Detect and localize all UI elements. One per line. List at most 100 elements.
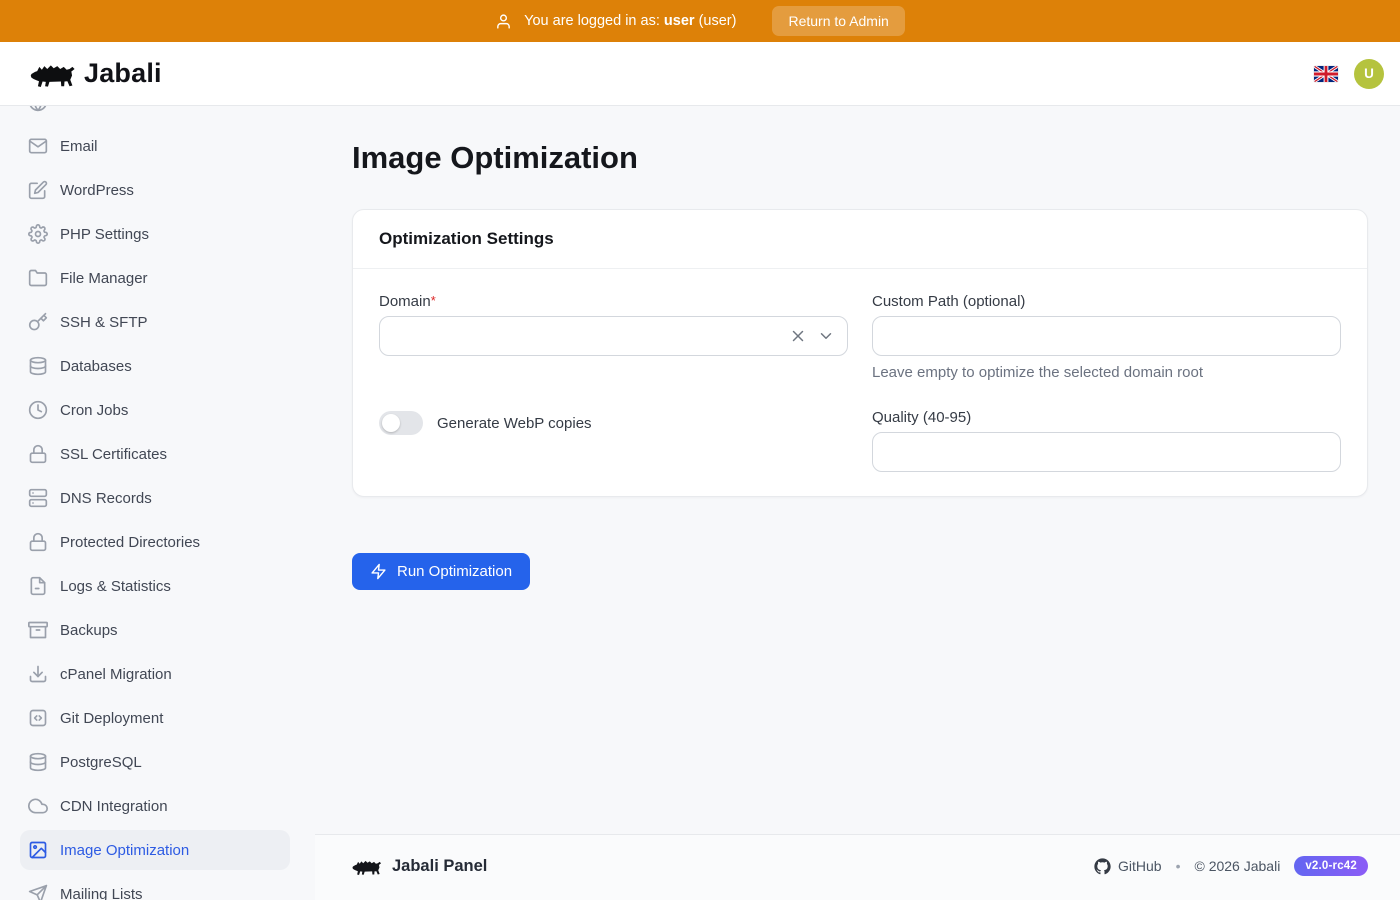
sidebar-item-cpanel-migration[interactable]: cPanel Migration [20,654,290,694]
logged-in-username: user [664,13,695,29]
card-header: Optimization Settings [353,210,1367,269]
custom-path-field-group: Custom Path (optional) Leave empty to op… [872,293,1341,381]
sidebar-item-label: Mailing Lists [60,886,143,900]
user-avatar[interactable]: U [1354,59,1384,89]
run-optimization-button[interactable]: Run Optimization [352,553,530,590]
return-to-admin-button[interactable]: Return to Admin [772,6,904,36]
folder-icon [28,268,48,288]
user-icon [495,13,512,30]
chevron-down-icon[interactable] [817,327,835,345]
brand-logo[interactable]: Jabali [30,58,162,89]
domain-select[interactable] [379,316,848,356]
quality-label: Quality (40-95) [872,409,1341,426]
sidebar-item-label: SSL Certificates [60,446,167,463]
file-icon [28,576,48,596]
custom-path-input[interactable] [872,316,1341,356]
sidebar-item-php-settings[interactable]: PHP Settings [20,214,290,254]
sidebar-item-label: Git Deployment [60,710,163,727]
sidebar-item-postgresql[interactable]: PostgreSQL [20,742,290,782]
webp-toggle-label: Generate WebP copies [437,415,592,432]
clear-icon[interactable] [789,327,807,345]
domain-label: Domain* [379,293,848,310]
sidebar-item-file-manager[interactable]: File Manager [20,258,290,298]
sidebar-item-label: SSH & SFTP [60,314,148,331]
card-title: Optimization Settings [379,229,554,248]
sidebar-item-dns-records[interactable]: DNS Records [20,478,290,518]
sidebar-nav: Email WordPress PHP Settings File Manager SS… [20,106,290,900]
optimization-settings-card: Optimization Settings Domain* [352,209,1368,497]
toggle-knob [382,414,400,432]
database-icon [28,356,48,376]
sidebar-item-email[interactable]: Email [20,126,290,166]
sidebar-item-databases[interactable]: Databases [20,346,290,386]
sidebar-item-cron-jobs[interactable]: Cron Jobs [20,390,290,430]
sidebar-item-label: Cron Jobs [60,402,128,419]
boar-logo-icon [30,59,76,89]
sidebar-item-git-deployment[interactable]: Git Deployment [20,698,290,738]
sidebar-item-label: Logs & Statistics [60,578,171,595]
footer-brand: Jabali Panel [352,857,487,876]
edit-icon [28,180,48,200]
sidebar-item-image-optimization[interactable]: Image Optimization [20,830,290,870]
sidebar-item-label: DNS Records [60,490,152,507]
language-flag-uk-icon[interactable] [1314,66,1338,82]
zap-icon [370,563,387,580]
github-link[interactable]: GitHub [1094,858,1162,875]
lock-icon [28,532,48,552]
database-icon [28,752,48,772]
sidebar-item-mailing-lists[interactable]: Mailing Lists [20,874,290,900]
sidebar-item-cdn-integration[interactable]: CDN Integration [20,786,290,826]
sidebar: Email WordPress PHP Settings File Manager SS… [0,106,315,900]
sidebar-item-ssh-sftp[interactable]: SSH & SFTP [20,302,290,342]
quality-input[interactable] [872,432,1341,472]
download-icon [28,664,48,684]
footer-brand-name: Jabali Panel [392,857,487,876]
sidebar-item-label: PHP Settings [60,226,149,243]
clock-icon [28,400,48,420]
version-badge: v2.0-rc42 [1294,856,1368,876]
footer-boar-logo-icon [352,857,382,876]
custom-path-label: Custom Path (optional) [872,293,1341,310]
sidebar-item-partial[interactable] [20,106,290,122]
footer: Jabali Panel GitHub • © 2026 Jabali v2.0… [315,834,1400,900]
sidebar-item-logs-statistics[interactable]: Logs & Statistics [20,566,290,606]
send-icon [28,884,48,900]
sidebar-item-ssl-certificates[interactable]: SSL Certificates [20,434,290,474]
logged-in-role: (user) [699,13,737,29]
domain-field-group: Domain* [379,293,848,356]
sidebar-item-label: Image Optimization [60,842,189,859]
sidebar-item-label: Email [60,138,98,155]
app-header: Jabali U [0,42,1400,106]
impersonation-banner: You are logged in as: user (user) Return… [0,0,1400,42]
sidebar-item-wordpress[interactable]: WordPress [20,170,290,210]
copyright-text: © 2026 Jabali [1194,858,1280,874]
sidebar-item-label: Backups [60,622,118,639]
lock-icon [28,444,48,464]
globe-icon [28,106,48,112]
logged-in-text: You are logged in as: user (user) [524,13,736,29]
settings-icon [28,224,48,244]
sidebar-item-label: File Manager [60,270,148,287]
required-asterisk: * [431,293,436,308]
webp-toggle-group: Generate WebP copies [379,411,848,435]
sidebar-item-backups[interactable]: Backups [20,610,290,650]
quality-field-group: Quality (40-95) [872,409,1341,472]
sidebar-item-label: Databases [60,358,132,375]
sidebar-item-label: Protected Directories [60,534,200,551]
brand-name: Jabali [84,58,162,89]
webp-toggle[interactable] [379,411,423,435]
image-icon [28,840,48,860]
code-icon [28,708,48,728]
sidebar-item-protected-directories[interactable]: Protected Directories [20,522,290,562]
footer-separator: • [1176,858,1181,874]
sidebar-item-label: PostgreSQL [60,754,142,771]
archive-icon [28,620,48,640]
mail-icon [28,136,48,156]
sidebar-item-label: WordPress [60,182,134,199]
page-title: Image Optimization [352,140,1368,176]
server-icon [28,488,48,508]
cloud-icon [28,796,48,816]
sidebar-item-label: CDN Integration [60,798,168,815]
github-icon [1094,858,1111,875]
main-content: Image Optimization Optimization Settings… [315,106,1400,834]
